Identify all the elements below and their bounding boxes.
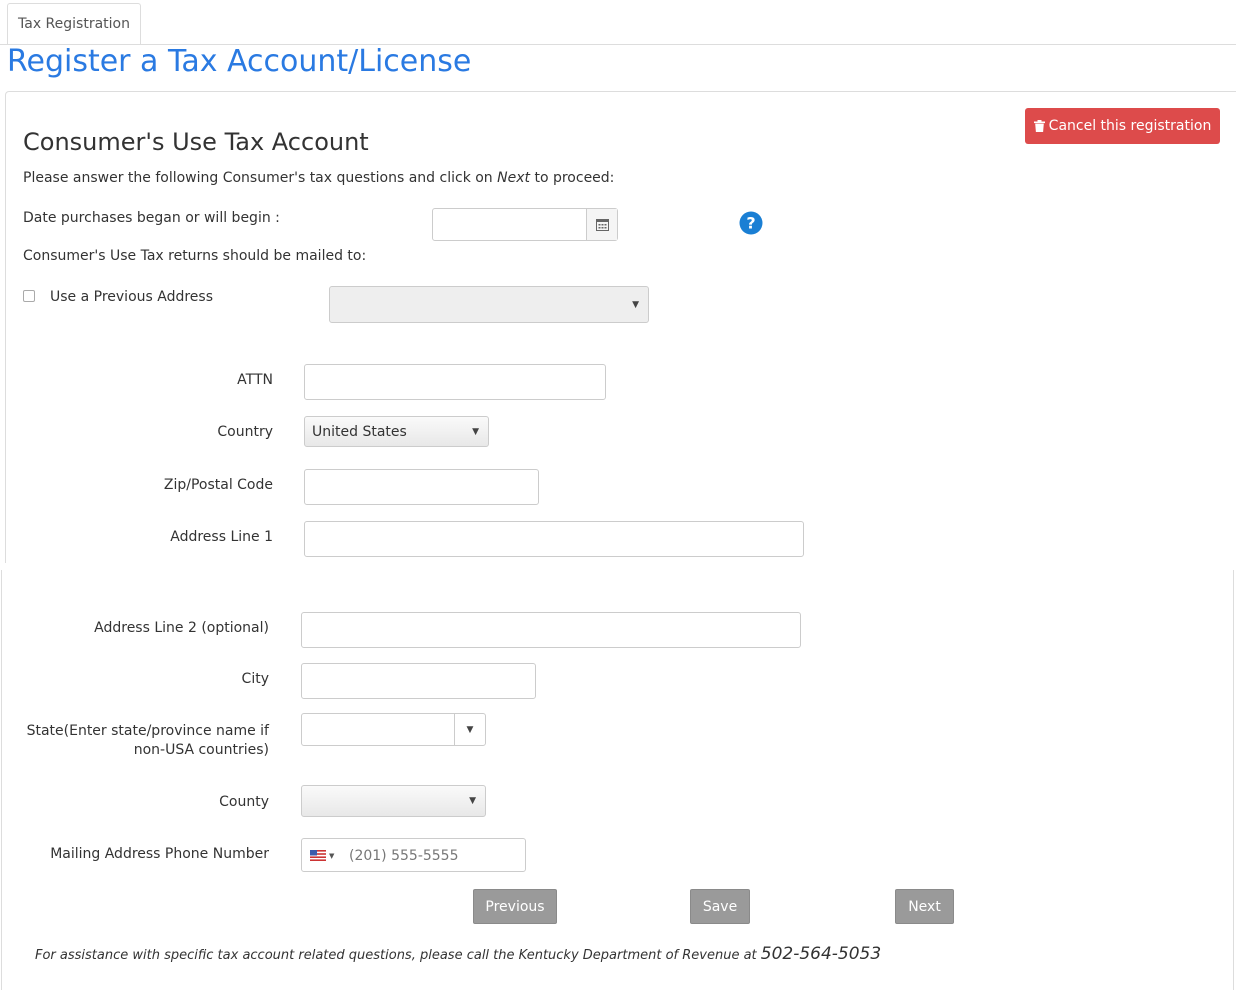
attn-label: ATTN <box>237 372 273 388</box>
mailed-to-label: Consumer's Use Tax returns should be mai… <box>23 248 367 264</box>
state-label-line-1: State(Enter state/province name if <box>26 723 269 739</box>
city-input[interactable] <box>301 663 536 699</box>
address-line-1-input[interactable] <box>304 521 804 557</box>
section-title: Consumer's Use Tax Account <box>23 128 369 156</box>
state-dropdown-toggle[interactable]: ▼ <box>454 714 485 745</box>
svg-text:?: ? <box>746 214 755 233</box>
country-label: Country <box>217 424 273 440</box>
instructions-next-emphasis: Next <box>497 170 531 186</box>
tab-label: Tax Registration <box>18 16 130 32</box>
attn-input[interactable] <box>304 364 606 400</box>
city-label: City <box>241 671 269 687</box>
state-combobox[interactable]: ▼ <box>301 713 486 746</box>
phone-input[interactable]: ▼ (201) 555-5555 <box>301 838 526 872</box>
cancel-registration-button[interactable]: Cancel this registration <box>1025 108 1220 144</box>
country-code-picker[interactable]: ▼ <box>310 850 334 861</box>
instructions-suffix: to proceed: <box>530 170 615 186</box>
assistance-phone: 502-564-5053 <box>760 944 882 964</box>
country-select[interactable]: United States ▼ <box>304 416 489 447</box>
address-line-1-label: Address Line 1 <box>170 529 273 545</box>
assistance-note: For assistance with specific tax account… <box>35 944 881 964</box>
address-line-2-label: Address Line 2 (optional) <box>94 620 269 636</box>
calendar-icon <box>595 219 609 231</box>
chevron-down-icon: ▼ <box>469 796 476 806</box>
zip-input[interactable] <box>304 469 539 505</box>
previous-address-select[interactable]: ▼ <box>329 286 649 323</box>
us-flag-icon <box>310 850 326 861</box>
address-line-2-input[interactable] <box>301 612 801 648</box>
use-previous-address-label: Use a Previous Address <box>50 289 214 305</box>
trash-icon <box>1033 120 1045 132</box>
chevron-down-icon: ▼ <box>329 851 335 860</box>
county-select[interactable]: ▼ <box>301 785 486 817</box>
country-selected-value: United States <box>312 423 407 440</box>
assistance-text: For assistance with specific tax account… <box>35 948 761 963</box>
instructions-text: Please answer the following Consumer's t… <box>23 170 614 186</box>
date-purchases-input[interactable] <box>432 208 618 241</box>
county-label: County <box>219 794 269 810</box>
page-title: Register a Tax Account/License <box>7 44 472 79</box>
chevron-down-icon: ▼ <box>472 426 479 437</box>
tab-tax-registration[interactable]: Tax Registration <box>7 3 141 44</box>
chevron-down-icon: ▼ <box>466 724 474 735</box>
question-circle-icon: ? <box>739 211 763 235</box>
chevron-down-icon: ▼ <box>632 299 639 310</box>
phone-placeholder: (201) 555-5555 <box>349 848 459 864</box>
previous-button[interactable]: Previous <box>473 889 557 924</box>
state-label: State(Enter state/province name if non-U… <box>27 722 269 760</box>
help-icon[interactable]: ? <box>739 211 763 239</box>
phone-label: Mailing Address Phone Number <box>50 846 269 862</box>
use-previous-address-checkbox[interactable] <box>23 290 35 302</box>
next-button[interactable]: Next <box>895 889 954 924</box>
state-label-line-2: non-USA countries) <box>133 742 269 758</box>
instructions-prefix: Please answer the following Consumer's t… <box>23 170 498 186</box>
date-purchases-label: Date purchases began or will begin : <box>23 210 280 226</box>
save-button[interactable]: Save <box>690 889 750 924</box>
zip-label: Zip/Postal Code <box>163 477 273 493</box>
cancel-registration-label: Cancel this registration <box>1048 118 1212 134</box>
calendar-button[interactable] <box>586 209 617 240</box>
